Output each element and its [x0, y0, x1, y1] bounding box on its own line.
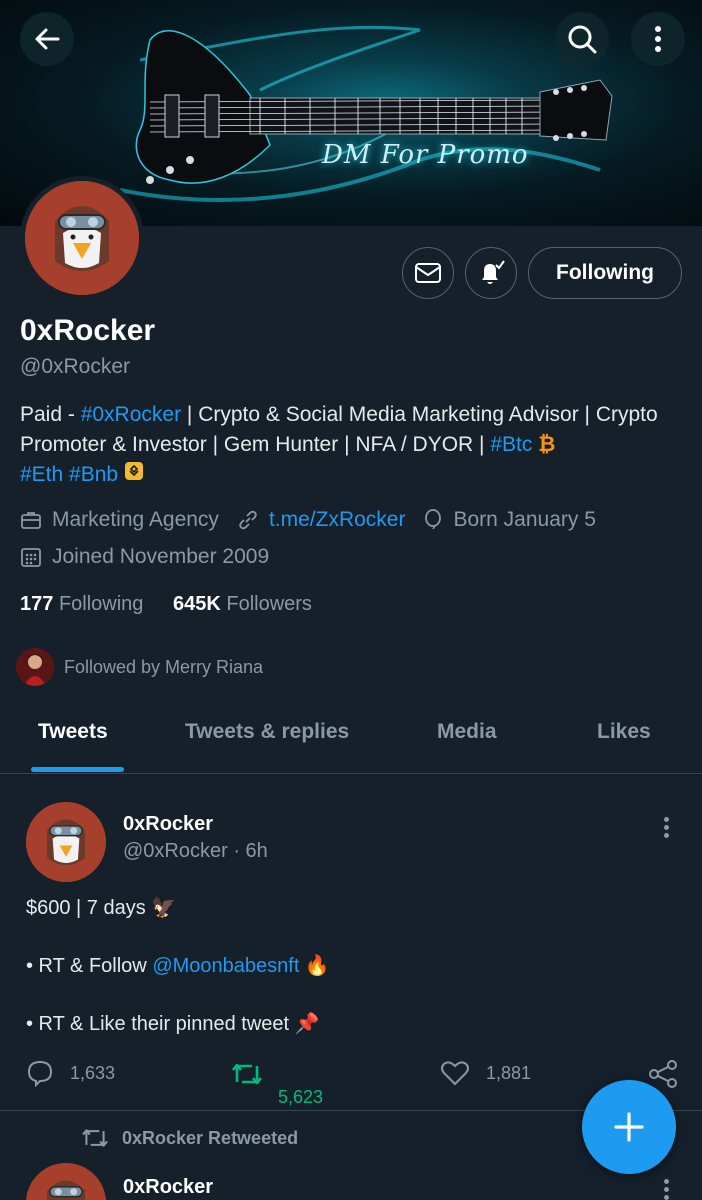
search-button[interactable] — [555, 12, 609, 66]
profile-tabs: Tweets Tweets & replies Media Likes — [0, 700, 702, 774]
retweet-count: 5,623 — [278, 1087, 324, 1107]
category-label: Marketing Agency — [52, 508, 219, 531]
hashtag-link[interactable]: #0xRocker — [81, 403, 181, 426]
birthday-item: Born January 5 — [423, 508, 596, 532]
profile-name: 0xRocker — [20, 314, 156, 347]
followers-label: Followers — [226, 593, 312, 615]
follow-stats: 177 Following 645K Followers — [20, 593, 312, 616]
profile-avatar[interactable] — [20, 176, 144, 300]
next-tweet-more-icon[interactable] — [664, 1176, 672, 1200]
followed-by-row[interactable]: Followed by Merry Riana — [16, 648, 263, 686]
next-tweet-avatar[interactable] — [26, 1163, 106, 1200]
tweet-more-icon[interactable] — [664, 814, 672, 841]
active-tab-indicator — [31, 767, 124, 772]
plus-icon — [614, 1112, 644, 1142]
message-button[interactable] — [402, 247, 454, 299]
tab-media[interactable]: Media — [437, 720, 497, 744]
compose-tweet-button[interactable] — [582, 1080, 676, 1174]
birthday-label: Born January 5 — [453, 508, 596, 531]
joined-label: Joined November 2009 — [52, 545, 270, 568]
more-vertical-icon — [655, 26, 661, 52]
following-label: Following — [58, 593, 144, 615]
retweet-action[interactable] — [230, 1060, 280, 1088]
arrow-left-icon — [35, 28, 60, 50]
back-button[interactable] — [20, 12, 74, 66]
mention-link[interactable]: @Moonbabesnft — [152, 955, 299, 977]
heart-icon — [441, 1061, 469, 1086]
banner-promo-text: DM For Promo — [322, 140, 529, 170]
tweet-line-2: • RT & Follow @Moonbabesnft 🔥 — [26, 953, 330, 978]
retweet-icon — [231, 1063, 263, 1085]
reply-icon — [27, 1060, 53, 1087]
profile-handle: @0xRocker — [20, 355, 131, 378]
retweeted-notice: 0xRocker Retweeted — [80, 1126, 298, 1150]
retweeted-label: 0xRocker Retweeted — [122, 1127, 299, 1148]
tab-tweets-replies[interactable]: Tweets & replies — [185, 720, 349, 744]
bitcoin-emoji: ₿ — [538, 433, 556, 456]
joined-item: Joined November 2009 — [20, 545, 269, 569]
hashtag-link[interactable]: #Btc — [490, 433, 532, 456]
tweet-text: • RT & Follow — [26, 955, 153, 977]
reply-count: 1,633 — [70, 1062, 116, 1083]
link-icon — [239, 510, 257, 530]
eagle-pilot-avatar-icon — [25, 181, 139, 295]
website-item[interactable]: t.me/ZxRocker — [237, 508, 406, 532]
following-button[interactable]: Following — [528, 247, 682, 299]
followed-by-text: Followed by Merry Riana — [64, 656, 264, 677]
tweet-line-1: $600 | 7 days 🦅 — [26, 897, 177, 919]
tweet-text: 🔥 — [299, 955, 330, 977]
reply-action[interactable]: 1,633 — [26, 1059, 115, 1087]
tweet-time: · 6h — [233, 840, 268, 862]
following-count: 177 — [20, 593, 54, 615]
bnb-logo-icon — [124, 460, 144, 490]
tweet-handle: @0xRocker — [123, 840, 228, 862]
bio-text: Paid - — [20, 403, 81, 426]
balloon-icon — [425, 509, 442, 530]
tweet-avatar[interactable] — [26, 802, 106, 882]
share-icon — [649, 1060, 677, 1088]
tweet-line-3: • RT & Like their pinned tweet 📌 — [26, 1013, 320, 1035]
notifications-button[interactable] — [465, 247, 517, 299]
followers-stat[interactable]: 645K Followers — [173, 593, 312, 615]
like-count: 1,881 — [486, 1062, 532, 1083]
tab-tweets[interactable]: Tweets — [38, 720, 108, 744]
search-icon — [568, 25, 597, 54]
like-action[interactable]: 1,881 — [440, 1059, 531, 1087]
tweet-author-handle: @0xRocker · 6h — [123, 840, 268, 863]
category-item: Marketing Agency — [20, 508, 219, 532]
followers-count: 645K — [172, 593, 221, 615]
tweet-author-name[interactable]: 0xRocker — [123, 813, 213, 836]
retweet-icon — [82, 1129, 108, 1147]
bell-check-icon — [482, 260, 505, 284]
hashtag-link[interactable]: #Eth — [20, 463, 63, 486]
following-stat[interactable]: 177 Following — [20, 593, 143, 615]
profile-meta-row-2: Joined November 2009 — [20, 545, 287, 569]
hashtag-link[interactable]: #Bnb — [69, 463, 118, 486]
more-options-button[interactable] — [631, 12, 685, 66]
share-action[interactable] — [648, 1059, 694, 1089]
profile-bio: Paid - #0xRocker | Crypto & Social Media… — [20, 400, 690, 490]
next-tweet-author-name[interactable]: 0xRocker — [123, 1176, 213, 1199]
website-link[interactable]: t.me/ZxRocker — [269, 508, 406, 532]
briefcase-icon — [21, 512, 41, 529]
profile-meta-row-1: Marketing Agency t.me/ZxRocker Born Janu… — [20, 508, 614, 532]
eagle-pilot-avatar-icon — [26, 802, 106, 882]
mail-icon — [415, 263, 441, 283]
calendar-icon — [21, 548, 41, 567]
tab-likes[interactable]: Likes — [597, 720, 651, 744]
follower-avatar — [16, 648, 54, 686]
eagle-pilot-avatar-icon — [26, 1163, 106, 1200]
